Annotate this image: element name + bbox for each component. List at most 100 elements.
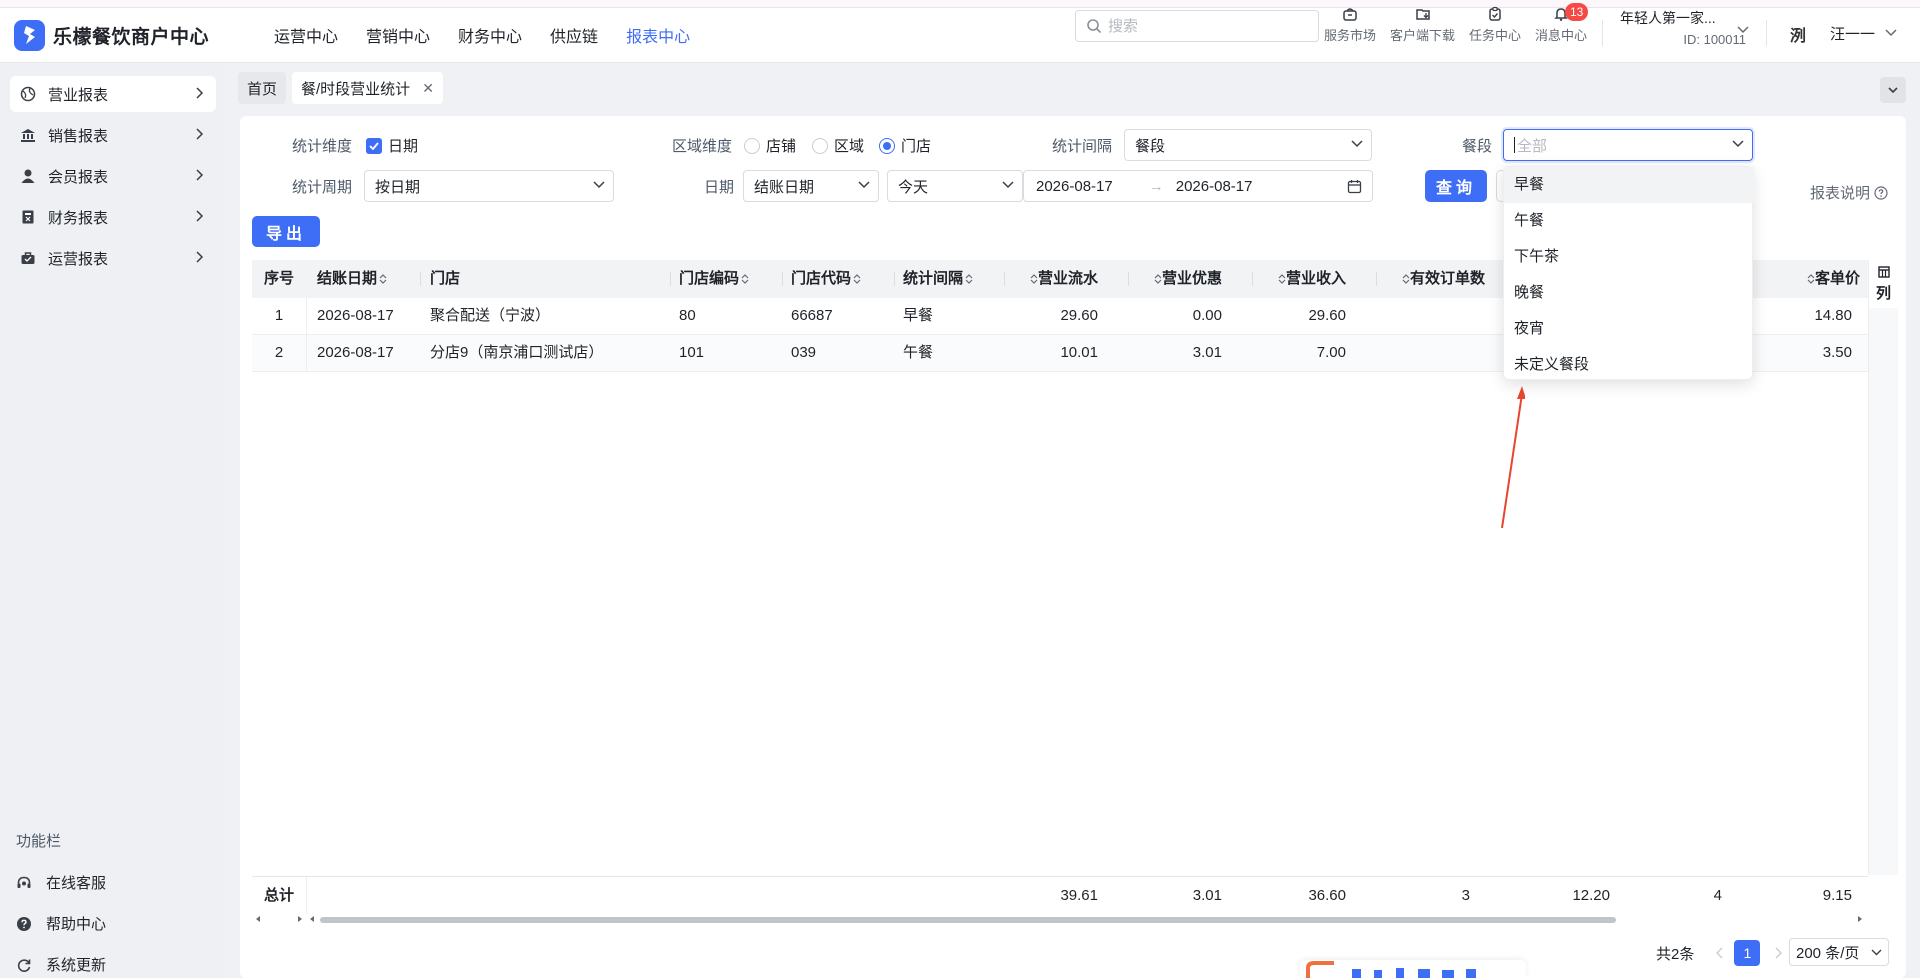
select-value: 按日期 (375, 178, 421, 196)
meal-option-lunch[interactable]: 午餐 (1504, 203, 1754, 239)
sidebar-item-sales[interactable]: 销售报表 (10, 117, 216, 153)
checkbox-checked-icon (366, 137, 382, 154)
tab-home[interactable]: 首页 (238, 72, 287, 104)
col-avg-price[interactable]: 客单价 (1805, 260, 1860, 298)
date-start[interactable]: 2026-08-17 (1036, 178, 1113, 195)
search-input[interactable] (1108, 17, 1288, 35)
tool-task-center[interactable]: 任务中心 (1469, 6, 1521, 44)
dimension-date-checkbox[interactable]: 日期 (366, 135, 418, 156)
global-search[interactable] (1075, 10, 1319, 42)
shop-icon (1343, 8, 1357, 21)
nav-item-ops[interactable]: 运营中心 (260, 23, 352, 47)
nav-item-marketing[interactable]: 营销中心 (352, 23, 444, 47)
region-radio-area[interactable]: 区域 (812, 135, 864, 156)
sidebar-item-operations[interactable]: 运营报表 (10, 240, 216, 276)
text-cursor (1514, 137, 1515, 153)
sidebar: 营业报表 销售报表 会员报表 财务报表 运营报表 功能栏 在线客服 帮助中心 系… (0, 64, 224, 978)
tool-message-center[interactable]: 消息中心 13 (1535, 3, 1589, 44)
calendar-icon[interactable] (1347, 179, 1362, 194)
nav-item-reports[interactable]: 报表中心 (612, 23, 704, 47)
sidebar-item-label: 运营报表 (48, 250, 109, 268)
col-label: 营业流水 (1037, 270, 1098, 287)
column-settings-button[interactable]: 列 (1868, 260, 1898, 308)
scroll-right-icon[interactable] (296, 915, 304, 923)
col-gross-sales[interactable]: 营业流水 (1028, 260, 1098, 298)
period-select[interactable]: 按日期 (364, 170, 614, 202)
tool-client-download[interactable]: 客户端下载 (1390, 6, 1455, 44)
sidebar-item-business[interactable]: 营业报表 (10, 76, 216, 112)
clipboard-icon (1489, 6, 1501, 21)
col-revenue[interactable]: 营业收入 (1276, 260, 1346, 298)
radio-selected-icon (879, 137, 895, 154)
interval-select[interactable]: 餐段 (1124, 129, 1372, 161)
col-store-id[interactable]: 门店编码 (679, 260, 749, 298)
chevron-down-icon (1002, 181, 1014, 189)
region-radio-store[interactable]: 门店 (879, 135, 931, 156)
page-size-select[interactable]: 200 条/页 (1789, 938, 1889, 966)
collapse-header-button[interactable] (1880, 77, 1906, 103)
meal-option-afternoon-tea[interactable]: 下午茶 (1504, 239, 1754, 275)
meal-select[interactable]: 全部 (1503, 129, 1753, 161)
floating-toolbar-icons (1306, 961, 1476, 978)
col-seq: 序号 (263, 270, 294, 287)
export-button[interactable]: 导出 (252, 216, 320, 247)
col-divider (782, 272, 783, 286)
meal-option-breakfast[interactable]: 早餐 (1504, 167, 1754, 203)
col-valid-orders[interactable]: 有效订单数 (1400, 260, 1485, 298)
close-icon[interactable]: ✕ (422, 80, 434, 97)
total-revenue: 36.60 (1308, 887, 1346, 904)
col-label: 结账日期 (317, 270, 378, 287)
page-1-button[interactable]: 1 (1734, 940, 1761, 966)
query-button[interactable]: 查询 (1425, 170, 1487, 202)
meal-option-undefined[interactable]: 未定义餐段 (1504, 347, 1754, 383)
page-tabs: 首页 餐/时段营业统计 ✕ (238, 72, 443, 104)
total-valid-orders: 3 (1461, 887, 1470, 904)
select-placeholder: 全部 (1517, 137, 1548, 155)
region-radio-shop[interactable]: 店铺 (744, 135, 796, 156)
prev-page-icon[interactable] (1716, 947, 1724, 959)
func-item-help-center[interactable]: 帮助中心 (16, 913, 106, 934)
func-item-system-update[interactable]: 系统更新 (16, 954, 106, 975)
cell-interval: 早餐 (903, 307, 934, 324)
tool-service-market[interactable]: 服务市场 (1324, 6, 1376, 44)
date-range-picker[interactable]: 2026-08-17 → 2026-08-17 (1023, 170, 1373, 202)
user-menu[interactable]: 洌 汪一一 (1790, 22, 1897, 45)
question-circle-icon (1874, 185, 1888, 200)
account-switcher[interactable]: 年轻人第一家... ID: 100011 (1620, 8, 1750, 47)
col-store-code[interactable]: 门店代码 (791, 260, 861, 298)
sidebar-item-finance[interactable]: 财务报表 (10, 199, 216, 235)
func-item-online-service[interactable]: 在线客服 (16, 872, 106, 893)
chevron-down-icon[interactable] (1737, 26, 1749, 34)
headset-icon (17, 876, 31, 888)
scroll-left-icon[interactable] (254, 915, 262, 923)
app-logo[interactable]: 乐檬餐饮商户中心 (14, 19, 240, 51)
scroll-right-icon[interactable] (1856, 915, 1864, 923)
meal-option-late-night[interactable]: 夜宵 (1504, 311, 1754, 347)
fixed-column-area (1868, 308, 1898, 875)
col-discount[interactable]: 营业优惠 (1152, 260, 1222, 298)
chevron-right-icon (196, 210, 204, 222)
col-divider (1004, 272, 1005, 286)
col-interval[interactable]: 统计间隔 (903, 260, 973, 298)
col-label: 营业收入 (1285, 270, 1346, 287)
tab-meal-period-stats[interactable]: 餐/时段营业统计 ✕ (292, 72, 443, 104)
meal-option-dinner[interactable]: 晚餐 (1504, 275, 1754, 311)
scroll-left-icon[interactable] (308, 915, 316, 923)
date-end[interactable]: 2026-08-17 (1176, 178, 1253, 195)
date-type-select[interactable]: 结账日期 (743, 170, 879, 202)
date-range-select[interactable]: 今天 (887, 170, 1023, 202)
scrollbar-thumb[interactable] (320, 917, 1616, 923)
radio-label: 区域 (834, 138, 865, 155)
help-label: 报表说明 (1810, 185, 1871, 202)
chevron-down-icon (1885, 29, 1897, 37)
col-checkout-date[interactable]: 结账日期 (317, 260, 387, 298)
select-value: 餐段 (1135, 137, 1166, 155)
nav-item-finance[interactable]: 财务中心 (444, 23, 536, 47)
horizontal-scrollbar[interactable] (252, 912, 1868, 926)
nav-item-supply[interactable]: 供应链 (536, 23, 612, 47)
sidebar-item-member[interactable]: 会员报表 (10, 158, 216, 194)
report-help-link[interactable]: 报表说明 (1810, 182, 1888, 203)
total-col-12: 4 (1713, 887, 1722, 904)
next-page-icon[interactable] (1774, 947, 1783, 959)
top-accent-line (0, 0, 1920, 8)
